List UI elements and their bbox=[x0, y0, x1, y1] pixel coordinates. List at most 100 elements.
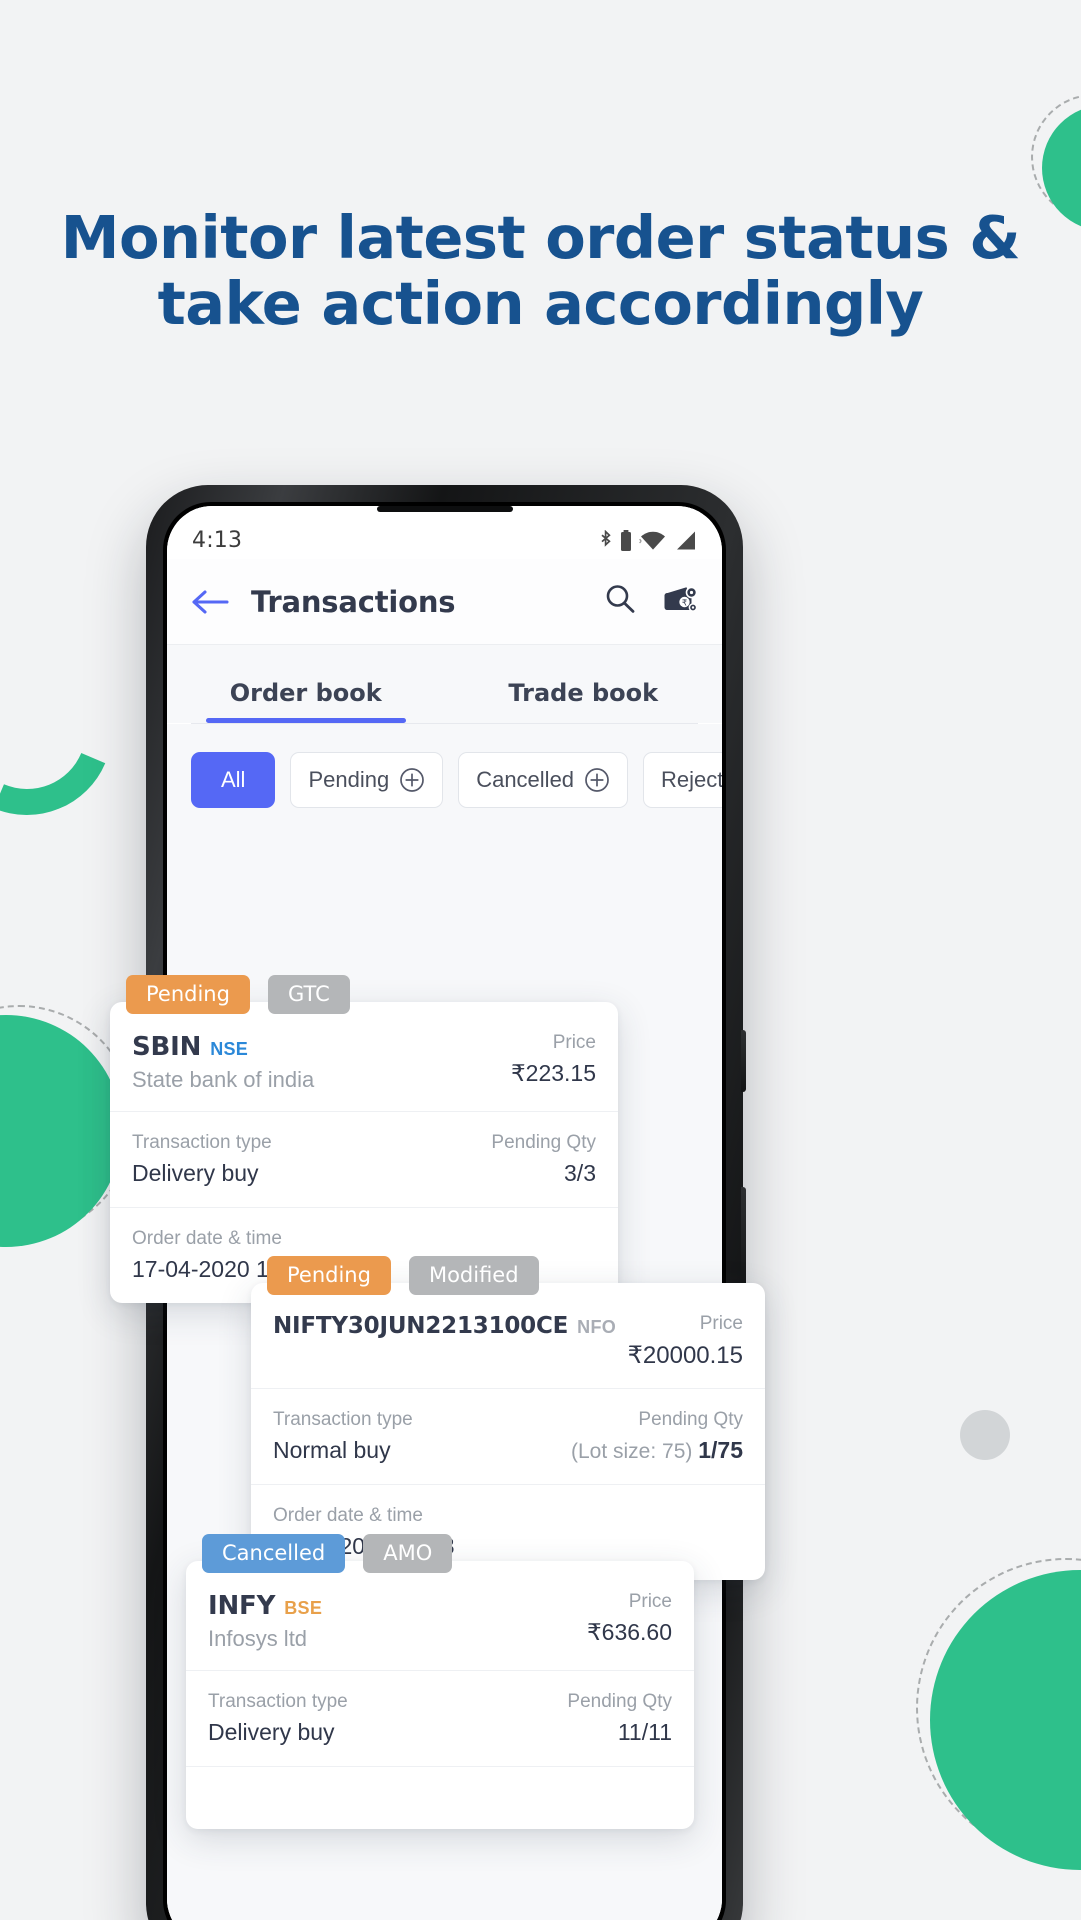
status-bar-time: 4:13 bbox=[192, 528, 243, 553]
phone-button-power bbox=[741, 1030, 746, 1092]
plus-circle-icon bbox=[399, 767, 425, 793]
pending-qty-label: Pending Qty bbox=[491, 1132, 596, 1153]
tab-order-book[interactable]: Order book bbox=[167, 659, 445, 723]
order-symbol: NIFTY30JUN2213100CE bbox=[273, 1313, 569, 1339]
filter-chip-rejected-label: Rejected bbox=[661, 767, 722, 792]
symbol-row: SBIN NSE bbox=[132, 1032, 314, 1062]
order-price-value: ₹636.60 bbox=[587, 1619, 672, 1645]
symbol-row: INFY BSE bbox=[208, 1591, 322, 1621]
page-title: Monitor latest order status & take actio… bbox=[0, 204, 1081, 339]
pending-qty-cell: Pending Qty 11/11 bbox=[567, 1691, 672, 1746]
order-row-datetime bbox=[186, 1766, 694, 1829]
order-card-header: INFY BSE Infosys ltd Price ₹636.60 bbox=[186, 1561, 694, 1671]
order-exchange: NSE bbox=[210, 1039, 249, 1059]
tab-trade-book[interactable]: Trade book bbox=[445, 659, 723, 723]
filter-chip-all-label: All bbox=[221, 767, 246, 792]
filter-chip-cancelled[interactable]: Cancelled bbox=[458, 752, 629, 808]
transaction-type-label: Transaction type bbox=[132, 1132, 272, 1153]
filter-chip-row: All Pending Cancelled Reject bbox=[167, 724, 722, 834]
order-row-transaction: Transaction type Delivery buy Pending Qt… bbox=[110, 1112, 618, 1207]
svg-text:₹: ₹ bbox=[682, 597, 687, 607]
pending-qty-cell: Pending Qty (Lot size: 75) 1/75 bbox=[571, 1409, 743, 1464]
plus-circle-icon bbox=[584, 767, 610, 793]
filter-chip-all[interactable]: All bbox=[191, 752, 276, 808]
order-symbol: INFY bbox=[208, 1591, 276, 1621]
order-tag-badge: Modified bbox=[408, 1256, 539, 1295]
order-company-name: Infosys ltd bbox=[208, 1626, 308, 1651]
tab-order-book-label: Order book bbox=[229, 679, 382, 707]
order-row-transaction: Transaction type Normal buy Pending Qty … bbox=[251, 1389, 765, 1484]
pending-qty-value: 3/3 bbox=[564, 1160, 596, 1186]
order-instrument: INFY BSE Infosys ltd bbox=[208, 1591, 322, 1652]
page-title-transactions: Transactions bbox=[251, 584, 456, 619]
back-arrow-icon[interactable] bbox=[191, 587, 233, 617]
order-company-name: State bank of india bbox=[132, 1067, 315, 1092]
order-card-badges: Pending Modified bbox=[267, 1256, 539, 1295]
order-card-header: NIFTY30JUN2213100CE NFO Price ₹20000.15 bbox=[251, 1283, 765, 1389]
filter-chip-pending-label: Pending bbox=[308, 767, 390, 792]
decor-green-arc bbox=[0, 619, 138, 841]
transaction-type-value: Delivery buy bbox=[132, 1160, 259, 1186]
tab-trade-book-label: Trade book bbox=[508, 679, 659, 707]
pending-qty-value: 1/75 bbox=[698, 1437, 743, 1463]
symbol-row: NIFTY30JUN2213100CE NFO bbox=[273, 1313, 616, 1339]
order-tag-badge: AMO bbox=[363, 1534, 453, 1573]
order-card-badges: Pending GTC bbox=[126, 975, 350, 1014]
promo-screenshot: Monitor latest order status & take actio… bbox=[0, 0, 1081, 1920]
search-icon[interactable] bbox=[604, 583, 636, 620]
pending-qty-value-wrapper: (Lot size: 75) 1/75 bbox=[571, 1437, 743, 1464]
price-label: Price bbox=[699, 1313, 743, 1334]
transaction-type-label: Transaction type bbox=[273, 1409, 413, 1430]
pending-qty-cell: Pending Qty 3/3 bbox=[491, 1132, 596, 1187]
order-card-infy[interactable]: Cancelled AMO INFY BSE Infosys ltd Price… bbox=[186, 1534, 694, 1829]
price-label: Price bbox=[628, 1591, 672, 1612]
status-badge: Pending bbox=[126, 975, 250, 1014]
phone-button-volume-up bbox=[741, 1187, 746, 1287]
order-datetime-label: Order date & time bbox=[273, 1505, 423, 1526]
signal-icon bbox=[674, 530, 697, 551]
transaction-type-cell: Transaction type Delivery buy bbox=[132, 1132, 272, 1187]
order-symbol: SBIN bbox=[132, 1032, 202, 1062]
order-card-header: SBIN NSE State bank of india Price ₹223.… bbox=[110, 1002, 618, 1112]
filter-chip-cancelled-label: Cancelled bbox=[476, 767, 575, 792]
order-exchange: BSE bbox=[284, 1598, 323, 1618]
order-price-block: Price ₹20000.15 bbox=[628, 1313, 743, 1370]
order-price-value: ₹20000.15 bbox=[627, 1342, 743, 1369]
filter-chip-pending[interactable]: Pending bbox=[290, 752, 444, 808]
filter-chip-rejected[interactable]: Rejected bbox=[643, 752, 722, 808]
order-price-block: Price ₹636.60 bbox=[587, 1591, 672, 1646]
lot-size-note: (Lot size: 75) bbox=[571, 1440, 693, 1463]
status-bar-icons bbox=[599, 529, 697, 552]
status-badge: Pending bbox=[267, 1256, 391, 1295]
pending-qty-value: 11/11 bbox=[617, 1719, 672, 1745]
order-datetime-label: Order date & time bbox=[132, 1228, 282, 1249]
order-datetime-cell bbox=[208, 1787, 213, 1809]
order-instrument: SBIN NSE State bank of india bbox=[132, 1032, 314, 1093]
transaction-type-cell: Transaction type Normal buy bbox=[273, 1409, 413, 1464]
pending-qty-label: Pending Qty bbox=[567, 1691, 672, 1712]
battery-icon bbox=[620, 529, 632, 552]
transaction-type-value: Normal buy bbox=[273, 1437, 391, 1463]
tab-inactive-indicator bbox=[483, 718, 683, 723]
app-bar: Transactions ₹ bbox=[167, 559, 722, 645]
app-bar-actions: ₹ bbox=[604, 583, 698, 620]
wifi-icon bbox=[639, 530, 667, 551]
headline-line-2: take action accordingly bbox=[157, 269, 924, 339]
order-card-badges: Cancelled AMO bbox=[202, 1534, 453, 1573]
order-exchange: NFO bbox=[577, 1317, 617, 1337]
transaction-type-label: Transaction type bbox=[208, 1691, 348, 1712]
order-tag-badge: GTC bbox=[267, 975, 350, 1014]
transaction-type-cell: Transaction type Delivery buy bbox=[208, 1691, 348, 1746]
order-row-transaction: Transaction type Delivery buy Pending Qt… bbox=[186, 1671, 694, 1766]
decor-gray-dot bbox=[960, 1410, 1010, 1460]
order-datetime-label bbox=[208, 1787, 213, 1809]
order-instrument: NIFTY30JUN2213100CE NFO bbox=[273, 1313, 616, 1339]
order-price-block: Price ₹223.15 bbox=[511, 1032, 596, 1087]
funds-icon[interactable]: ₹ bbox=[662, 584, 698, 619]
price-label: Price bbox=[552, 1032, 596, 1053]
earpiece-speaker-icon bbox=[376, 506, 513, 512]
tab-bar: Order book Trade book bbox=[167, 645, 722, 723]
order-price-value: ₹223.15 bbox=[511, 1060, 596, 1086]
bluetooth-icon bbox=[599, 530, 613, 551]
tab-active-indicator bbox=[205, 718, 406, 723]
